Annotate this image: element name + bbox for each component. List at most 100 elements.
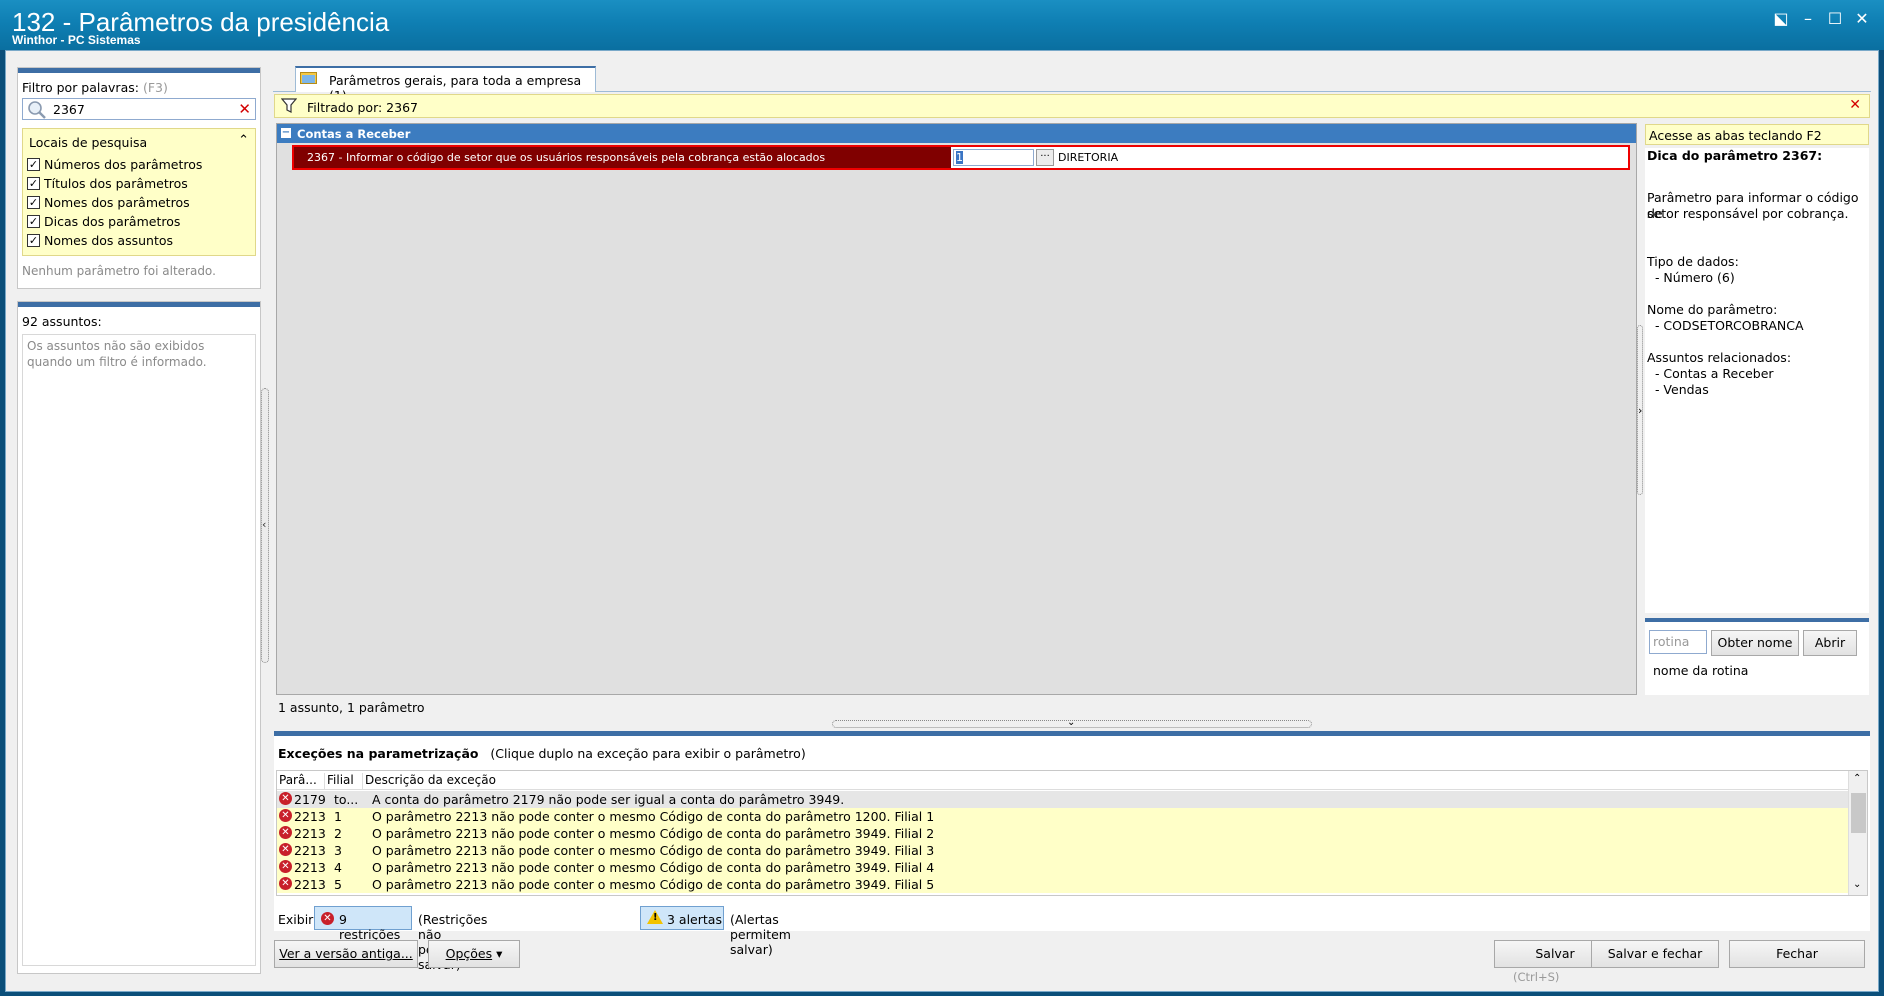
- close-button[interactable]: ✕: [1849, 8, 1875, 30]
- funnel-icon: [281, 98, 297, 113]
- warning-icon: [647, 910, 663, 924]
- chevron-left-icon[interactable]: ‹: [262, 518, 266, 531]
- filter-label-text: Filtro por palavras:: [22, 80, 139, 95]
- checkbox-dicas[interactable]: ✓ Dicas dos parâmetros: [27, 212, 180, 230]
- title-bar: 132 - Parâmetros da presidência Winthor …: [0, 0, 1884, 50]
- tab-parametros-gerais[interactable]: Parâmetros gerais, para toda a empresa (…: [295, 66, 596, 103]
- search-icon: [28, 101, 46, 119]
- error-icon: ✕: [279, 809, 292, 822]
- error-icon: ✕: [321, 912, 334, 925]
- hint-assunto: - Vendas: [1647, 382, 1709, 397]
- assuntos-list[interactable]: Os assuntos não são exibidos quando um f…: [22, 334, 256, 966]
- error-icon: ✕: [279, 826, 292, 839]
- table-row[interactable]: ✕ 2213 5 O parâmetro 2213 não pode conte…: [277, 876, 1848, 893]
- minimize-button[interactable]: –: [1795, 8, 1821, 30]
- obter-nome-button[interactable]: Obter nome: [1711, 630, 1799, 656]
- checkbox-icon[interactable]: ✓: [27, 233, 40, 247]
- versao-label: Ver a versão antiga...: [279, 946, 413, 961]
- error-icon: ✕: [279, 860, 292, 873]
- checkbox-numeros[interactable]: ✓ Números dos parâmetros: [27, 155, 202, 173]
- checkbox-label: Números dos parâmetros: [44, 156, 203, 172]
- hint-nome-value: - CODSETORCOBRANCA: [1647, 318, 1804, 333]
- collapse-group-icon[interactable]: −: [281, 128, 291, 138]
- folder-icon: [300, 72, 317, 84]
- exibir-label: Exibir:: [278, 912, 318, 927]
- checkbox-icon[interactable]: ✓: [27, 195, 40, 209]
- filtered-bar: Filtrado por: 2367 ✕: [274, 94, 1870, 118]
- checkbox-nomes[interactable]: ✓ Nomes dos parâmetros: [27, 193, 190, 211]
- parameters-grid: − Contas a Receber 2367 - Informar o cód…: [276, 123, 1637, 695]
- chevron-down-icon[interactable]: ⌄: [1067, 717, 1075, 728]
- cell-descricao: O parâmetro 2213 não pode conter o mesmo…: [372, 809, 935, 824]
- window-subtitle: Winthor - PC Sistemas: [12, 33, 141, 47]
- parameter-row[interactable]: 2367 - Informar o código de setor que os…: [294, 147, 1628, 168]
- opcoes-button[interactable]: Opções ▾: [428, 940, 520, 968]
- abrir-button[interactable]: Abrir: [1803, 630, 1857, 656]
- checkbox-titulos[interactable]: ✓ Títulos dos parâmetros: [27, 174, 188, 192]
- dropdown-icon: ▾: [496, 946, 503, 961]
- checkbox-assuntos[interactable]: ✓ Nomes dos assuntos: [27, 231, 173, 249]
- close-filter-icon[interactable]: ✕: [1849, 97, 1861, 113]
- filtered-text: Filtrado por: 2367: [307, 100, 418, 115]
- clear-icon[interactable]: ✕: [238, 100, 251, 118]
- restore-down-icon[interactable]: ⬕: [1768, 8, 1794, 30]
- maximize-button[interactable]: ☐: [1822, 8, 1848, 30]
- scroll-up-icon[interactable]: ⌃: [1853, 773, 1861, 784]
- cell-filial: 4: [334, 860, 342, 875]
- table-row[interactable]: ✕ 2179 to... A conta do parâmetro 2179 n…: [277, 791, 1848, 808]
- ver-versao-antiga-button[interactable]: Ver a versão antiga...: [274, 940, 418, 968]
- chevron-right-icon[interactable]: ›: [1638, 404, 1642, 417]
- table-row[interactable]: ✕ 2213 2 O parâmetro 2213 não pode conte…: [277, 825, 1848, 842]
- scrollbar-thumb[interactable]: [1851, 793, 1866, 833]
- column-header-descricao[interactable]: Descrição da exceção: [363, 773, 1849, 790]
- search-value: 2367: [53, 102, 85, 117]
- parameter-value-description: DIRETORIA: [1058, 151, 1119, 164]
- exceptions-subtitle: (Clique duplo na exceção para exibir o p…: [490, 746, 806, 761]
- checkbox-icon[interactable]: ✓: [27, 176, 40, 190]
- cell-param: 2179: [294, 792, 326, 807]
- salvar-e-fechar-button[interactable]: Salvar e fechar: [1591, 940, 1719, 968]
- collapse-icon[interactable]: ⌃: [238, 133, 249, 148]
- cell-filial: 3: [334, 843, 342, 858]
- table-row[interactable]: ✕ 2213 3 O parâmetro 2213 não pode conte…: [277, 842, 1848, 859]
- vertical-scrollbar[interactable]: ⌃ ⌄: [1848, 771, 1867, 895]
- exceptions-panel: Exceções na parametrização (Clique duplo…: [274, 731, 1870, 972]
- search-input[interactable]: 2367 ✕: [22, 98, 256, 120]
- column-header-param[interactable]: Parâ...: [277, 773, 325, 790]
- panel-header-bar: [18, 68, 260, 73]
- cell-param: 2213: [294, 877, 326, 892]
- fechar-button[interactable]: Fechar: [1729, 940, 1865, 968]
- panel-header-bar: [18, 302, 260, 307]
- table-row[interactable]: ✕ 2213 1 O parâmetro 2213 não pode conte…: [277, 808, 1848, 825]
- table-header: Parâ... Filial Descrição da exceção: [277, 771, 1849, 790]
- scroll-down-icon[interactable]: ⌄: [1853, 879, 1861, 890]
- rotina-area: rotina Obter nome Abrir nome da rotina: [1645, 618, 1869, 695]
- cell-descricao: O parâmetro 2213 não pode conter o mesmo…: [372, 877, 935, 892]
- locais-de-pesquisa: Locais de pesquisa ⌃ ✓ Números dos parâm…: [22, 128, 256, 256]
- parameter-value: 1: [956, 151, 963, 164]
- ellipsis-button[interactable]: ···: [1036, 149, 1054, 166]
- cell-param: 2213: [294, 809, 326, 824]
- hint-assuntos-label: Assuntos relacionados:: [1647, 350, 1792, 365]
- checkbox-icon[interactable]: ✓: [27, 214, 40, 228]
- parameter-title[interactable]: 2367 - Informar o código de setor que os…: [294, 147, 951, 168]
- alertas-toggle[interactable]: 3 alertas: [640, 906, 724, 930]
- hint-tipo-label: Tipo de dados:: [1647, 254, 1739, 269]
- rotina-input[interactable]: rotina: [1649, 630, 1707, 654]
- cell-param: 2213: [294, 826, 326, 841]
- checkbox-icon[interactable]: ✓: [27, 157, 40, 171]
- hint-title: Dica do parâmetro 2367:: [1647, 148, 1823, 163]
- restricoes-toggle[interactable]: ✕ 9 restrições: [314, 906, 412, 942]
- checkbox-label: Nomes dos parâmetros: [44, 194, 190, 210]
- group-row[interactable]: − Contas a Receber: [277, 124, 1636, 143]
- table-row[interactable]: ✕ 2213 4 O parâmetro 2213 não pode conte…: [277, 859, 1848, 876]
- column-header-filial[interactable]: Filial: [325, 773, 363, 790]
- rotina-name: nome da rotina: [1653, 663, 1749, 678]
- cell-param: 2213: [294, 843, 326, 858]
- hint-header: Acesse as abas teclando F2: [1645, 124, 1869, 145]
- exceptions-title-text: Exceções na parametrização: [278, 746, 479, 761]
- parameter-value-input[interactable]: 1: [953, 149, 1034, 166]
- hint-assunto: - Contas a Receber: [1647, 366, 1774, 381]
- assuntos-count: 92 assuntos:: [22, 314, 102, 329]
- checkbox-label: Nomes dos assuntos: [44, 232, 174, 248]
